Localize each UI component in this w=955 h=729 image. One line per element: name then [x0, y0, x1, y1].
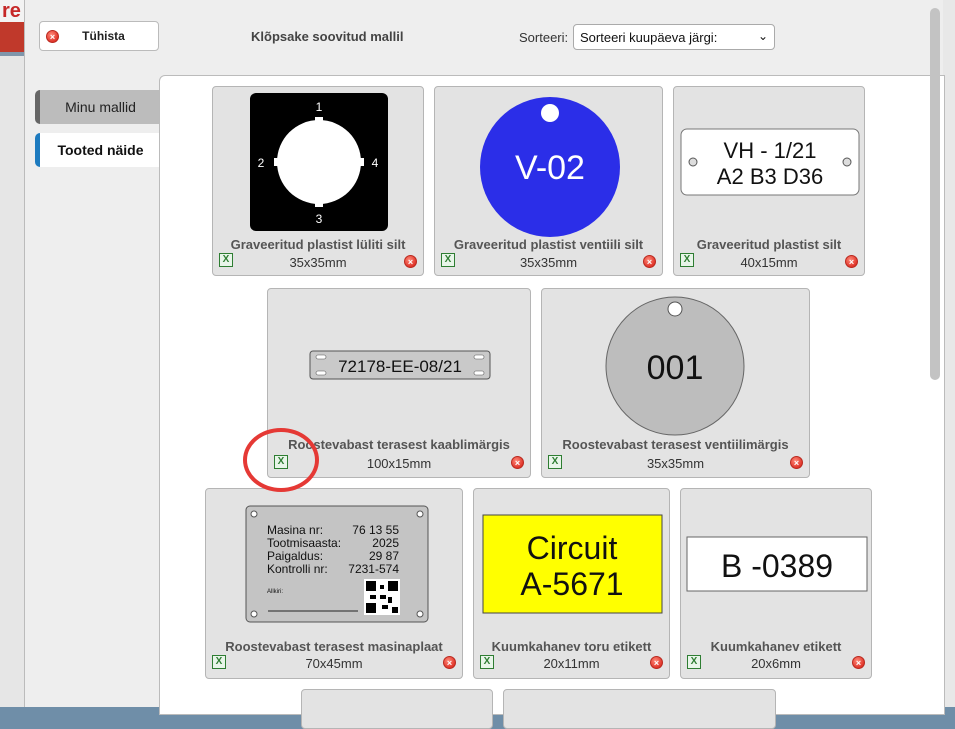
- card-name: Kuumkahanev toru etikett: [491, 639, 652, 654]
- close-icon: ×: [46, 29, 59, 43]
- qr-code-icon: [364, 579, 400, 615]
- card-size: 40x15mm: [740, 255, 798, 270]
- sort-select-value: Sorteeri kuupäeva järgi:: [580, 29, 718, 45]
- template-card[interactable]: V-02 Graveeritud plastist ventiili silt …: [434, 86, 663, 276]
- card-size: 20x11mm: [543, 656, 600, 671]
- template-card[interactable]: VH - 1/21 A2 B3 D36 Graveeritud plastist…: [673, 86, 865, 276]
- scrollbar[interactable]: [930, 8, 940, 380]
- valve-tag-preview: V-02: [480, 97, 620, 237]
- switch-number-3: 3: [316, 212, 323, 226]
- card-name: Graveeritud plastist silt: [696, 237, 842, 252]
- delete-icon[interactable]: ×: [511, 456, 524, 469]
- card-name: Graveeritud plastist lüliti silt: [230, 237, 406, 252]
- plate-value-4: 7231-574: [348, 562, 399, 576]
- switch-number-4: 4: [372, 156, 379, 170]
- plate-value-1: 76 13 55: [352, 523, 399, 537]
- plate-value-3: 29 87: [369, 549, 399, 563]
- heat-shrink-preview: B -0389: [686, 536, 868, 592]
- heat-shrink-text: B -0389: [721, 548, 833, 584]
- card-size: 20x6mm: [751, 656, 801, 671]
- switch-number-2: 2: [258, 156, 265, 170]
- cancel-button[interactable]: × Tühista: [39, 21, 159, 51]
- machine-plate-preview: Masina nr: 76 13 55 Tootmisaasta: 2025 P…: [245, 505, 429, 623]
- sort-label: Sorteeri:: [519, 30, 569, 45]
- valve-marker-preview: 001: [605, 296, 745, 436]
- modal-title: Klõpsake soovitud mallil: [251, 29, 404, 44]
- template-grid: 1 2 3 4 Graveeritud plastist lüliti silt…: [159, 75, 945, 729]
- switch-number-1: 1: [316, 100, 323, 114]
- tube-label-line1: Circuit: [527, 530, 618, 566]
- delete-icon[interactable]: ×: [845, 255, 858, 268]
- heat-shrink-tube-preview: Circuit A-5671: [482, 514, 663, 614]
- template-card[interactable]: Circuit A-5671 Kuumkahanev toru etikett …: [473, 488, 670, 679]
- cable-marker-text: 72178-EE-08/21: [338, 357, 462, 376]
- template-card[interactable]: [503, 689, 776, 729]
- plate-label-3: Paigaldus:: [267, 549, 323, 563]
- plate-label-2: Tootmisaasta:: [267, 536, 341, 550]
- template-picker-modal: × Tühista Klõpsake soovitud mallil Sorte…: [24, 0, 945, 729]
- template-card[interactable]: 001 Roostevabast terasest ventiilimärgis…: [541, 288, 810, 478]
- chevron-down-icon: ⌄: [757, 29, 768, 43]
- tab-product-examples[interactable]: Tooted näide: [35, 133, 161, 167]
- plate-label-1: Masina nr:: [267, 523, 323, 537]
- plastic-sign-line1: VH - 1/21: [724, 138, 817, 163]
- template-card[interactable]: [301, 689, 493, 729]
- valve-tag-text: V-02: [515, 149, 585, 187]
- sort-select[interactable]: Sorteeri kuupäeva järgi: ⌄: [573, 24, 775, 50]
- plastic-sign-line2: A2 B3 D36: [717, 164, 823, 189]
- delete-icon[interactable]: ×: [404, 255, 417, 268]
- cancel-label: Tühista: [82, 29, 125, 43]
- card-size: 70x45mm: [305, 656, 363, 671]
- card-size: 35x35mm: [289, 255, 347, 270]
- delete-icon[interactable]: ×: [643, 255, 656, 268]
- tab-my-templates[interactable]: Minu mallid: [35, 90, 161, 124]
- template-card[interactable]: Masina nr: 76 13 55 Tootmisaasta: 2025 P…: [205, 488, 463, 679]
- highlight-annotation-circle: [243, 428, 319, 492]
- switch-sign-preview: 1 2 3 4: [250, 93, 388, 231]
- plate-sign-label: Allkiri:: [267, 589, 283, 595]
- background-sidebar: [0, 56, 24, 707]
- plate-value-2: 2025: [372, 536, 399, 550]
- delete-icon[interactable]: ×: [443, 656, 456, 669]
- plastic-sign-preview: VH - 1/21 A2 B3 D36: [680, 128, 860, 196]
- card-size: 35x35mm: [646, 456, 705, 471]
- valve-marker-text: 001: [647, 349, 704, 387]
- template-card[interactable]: 1 2 3 4 Graveeritud plastist lüliti silt…: [212, 86, 424, 276]
- card-size: 35x35mm: [519, 255, 578, 270]
- delete-icon[interactable]: ×: [852, 656, 865, 669]
- template-card[interactable]: B -0389 Kuumkahanev etikett X 20x6mm ×: [680, 488, 872, 679]
- card-name: Graveeritud plastist ventiili silt: [453, 237, 644, 252]
- card-name: Roostevabast terasest masinaplaat: [225, 639, 443, 654]
- delete-icon[interactable]: ×: [650, 656, 663, 669]
- delete-icon[interactable]: ×: [790, 456, 803, 469]
- card-name: Roostevabast terasest ventiilimärgis: [562, 437, 789, 452]
- tube-label-line2: A-5671: [520, 566, 623, 602]
- cable-marker-preview: 72178-EE-08/21: [309, 350, 491, 380]
- plate-label-4: Kontrolli nr:: [267, 562, 328, 576]
- card-name: Kuumkahanev etikett: [710, 639, 842, 654]
